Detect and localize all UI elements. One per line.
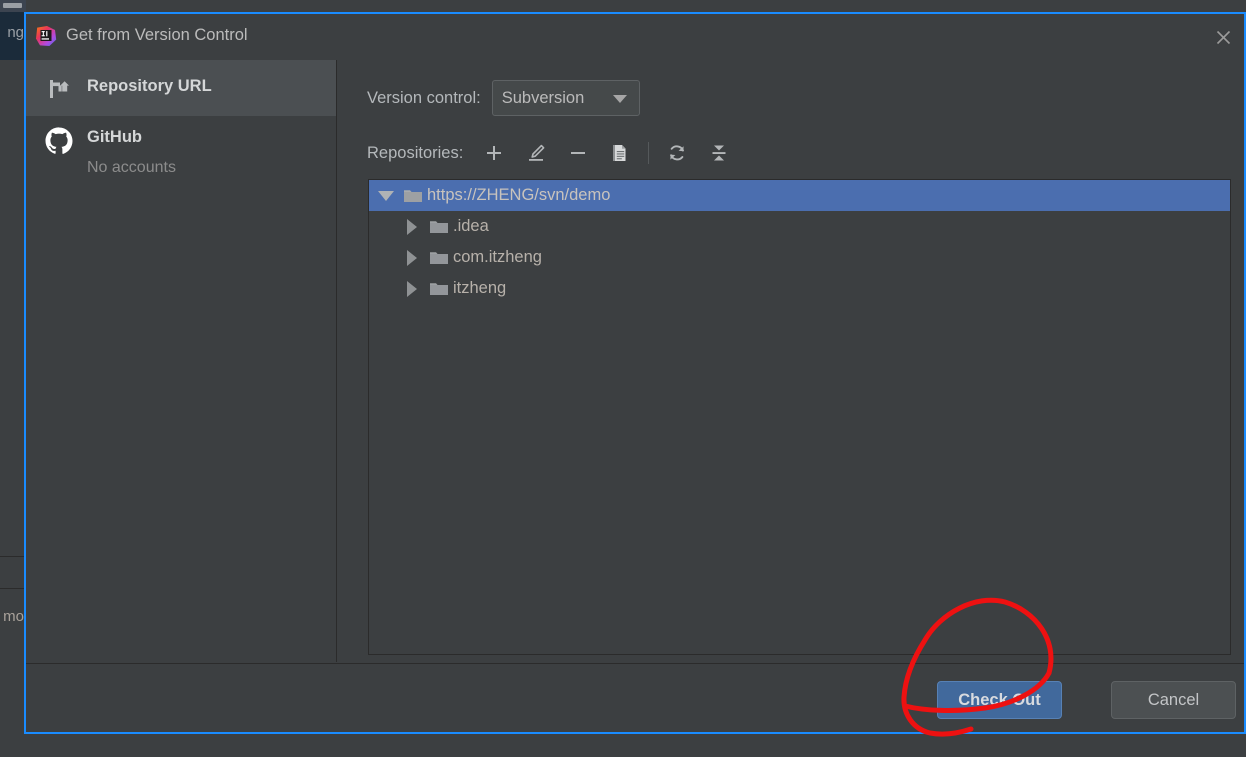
tree-row[interactable]: com.itzheng <box>369 242 1230 273</box>
version-control-select[interactable]: Subversion <box>491 80 640 116</box>
folder-icon <box>425 280 453 297</box>
repository-tree[interactable]: https://ZHENG/svn/demo .idea com.itzheng… <box>368 179 1231 655</box>
screen: ng mo Get from Version Control Repositor… <box>0 0 1246 757</box>
get-from-version-control-dialog: Get from Version Control Repository URL … <box>24 12 1246 734</box>
check-out-button[interactable]: Check Out <box>937 681 1062 719</box>
sidebar-item-repository-url[interactable]: Repository URL <box>26 60 336 116</box>
ide-divider-upper <box>0 556 26 557</box>
dialog-footer: Check Out Cancel <box>26 663 1244 732</box>
copy-url-button[interactable] <box>603 138 637 168</box>
close-icon[interactable] <box>1208 24 1238 50</box>
ide-divider-lower <box>0 588 26 589</box>
tree-row[interactable]: .idea <box>369 211 1230 242</box>
tree-row[interactable]: https://ZHENG/svn/demo <box>369 180 1230 211</box>
tree-row[interactable]: itzheng <box>369 273 1230 304</box>
collapse-all-icon <box>712 145 726 161</box>
add-repository-button[interactable] <box>477 138 511 168</box>
ide-background: ng mo <box>0 0 26 757</box>
sidebar-item-sublabel: No accounts <box>87 159 176 176</box>
remove-repository-button[interactable] <box>561 138 595 168</box>
chevron-right-icon[interactable] <box>399 249 425 266</box>
edit-repository-button[interactable] <box>519 138 553 168</box>
chevron-right-icon[interactable] <box>399 280 425 297</box>
chevron-down-icon <box>612 95 627 103</box>
minus-icon <box>571 152 586 154</box>
version-control-label: Version control: <box>367 88 481 107</box>
refresh-button[interactable] <box>660 138 694 168</box>
tree-row-label: https://ZHENG/svn/demo <box>427 186 611 204</box>
sidebar-item-github[interactable]: GitHub No accounts <box>26 116 336 192</box>
tree-row-label: .idea <box>453 217 489 235</box>
document-copy-icon <box>613 145 626 161</box>
repository-url-icon <box>44 74 74 104</box>
folder-icon <box>399 187 427 204</box>
tree-row-label: com.itzheng <box>453 248 542 266</box>
dialog-main-panel: Version control: Subversion Repositories… <box>337 60 1244 662</box>
ide-editor-tab-label: ng <box>7 24 24 41</box>
version-control-row: Version control: Subversion <box>367 80 640 116</box>
repositories-label: Repositories: <box>367 143 464 162</box>
refresh-icon <box>670 145 685 161</box>
ide-row-label: mo <box>3 608 24 625</box>
cancel-button[interactable]: Cancel <box>1111 681 1236 719</box>
pencil-icon <box>529 144 545 161</box>
github-icon <box>44 126 74 156</box>
sidebar-item-label: Repository URL <box>87 77 212 95</box>
chevron-right-icon[interactable] <box>399 218 425 235</box>
ide-toolbar-pill <box>3 3 22 8</box>
intellij-idea-logo-icon <box>34 24 58 48</box>
folder-icon <box>425 249 453 266</box>
toolbar-separator <box>648 142 650 164</box>
collapse-all-button[interactable] <box>702 138 736 168</box>
plus-icon <box>487 146 502 160</box>
sidebar-item-label: GitHub <box>87 128 142 146</box>
chevron-down-icon[interactable] <box>373 190 399 201</box>
folder-icon <box>425 218 453 235</box>
tree-row-label: itzheng <box>453 279 507 297</box>
dialog-titlebar: Get from Version Control <box>26 14 1244 60</box>
repositories-toolbar: Repositories: <box>367 137 744 169</box>
dialog-title: Get from Version Control <box>66 26 248 44</box>
ide-toolbar <box>0 0 26 12</box>
dialog-sidebar: Repository URL GitHub No accounts <box>26 60 337 662</box>
version-control-value: Subversion <box>501 88 585 107</box>
